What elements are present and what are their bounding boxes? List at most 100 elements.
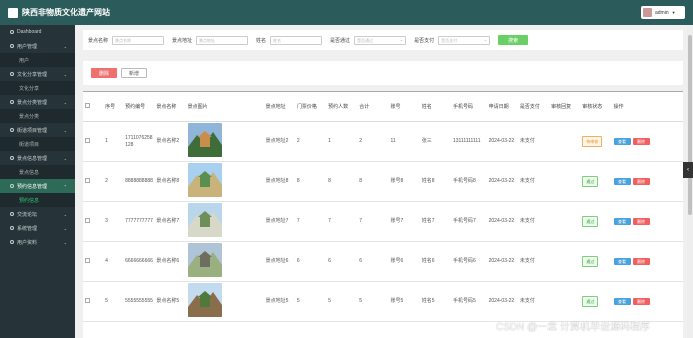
app-title: 陕西非物质文化遗产网站	[22, 8, 110, 17]
sidebar-subitem-booking[interactable]: 预约信息	[0, 193, 75, 207]
view-button[interactable]: 查看	[613, 177, 631, 185]
sidebar-subitem-category[interactable]: 景点分类	[0, 109, 75, 123]
status-badge: 通过	[582, 256, 599, 267]
cell-spot-address: 景点地址8	[263, 161, 295, 202]
row-checkbox[interactable]	[83, 241, 104, 282]
approved-select[interactable]: 是否通过	[354, 35, 407, 45]
cell-spot-address: 景点地址6	[263, 241, 295, 282]
cell-account: 账号5	[388, 281, 420, 322]
booking-icon	[10, 184, 14, 188]
delete-button[interactable]: 删除	[632, 297, 650, 305]
row-checkbox[interactable]	[83, 201, 104, 242]
cell-spot-address: 景点地址2	[263, 121, 295, 162]
col-header: 审核回复	[549, 91, 581, 122]
spot-image	[187, 283, 222, 317]
cell-price: 7	[294, 201, 327, 242]
bulk-delete-button[interactable]: 删除	[91, 68, 117, 78]
chevron-down-icon: ⌄	[63, 43, 67, 49]
spot-image	[187, 123, 222, 157]
field-label: 姓名	[256, 37, 267, 44]
row-checkbox[interactable]	[83, 121, 104, 162]
spot-name-input[interactable]: 景点名称	[112, 35, 165, 45]
sidebar-item-spot-mgmt[interactable]: 景点信息管理 ⌄	[0, 151, 75, 165]
cell-people: 1	[326, 121, 358, 162]
cell-paid: 未支付	[517, 281, 550, 322]
user-menu[interactable]: admin ▼	[641, 6, 685, 19]
sidebar-item-culture-mgmt[interactable]: 文化分享管理 ⌄	[0, 67, 75, 81]
chevron-down-icon: ⌄	[63, 225, 67, 231]
view-button[interactable]: 查看	[613, 137, 631, 145]
collapse-handle[interactable]: ‹	[683, 162, 693, 178]
share-icon	[10, 72, 14, 76]
sidebar-subitem-spot[interactable]: 景点信息	[0, 165, 75, 179]
cell-no: 1	[103, 121, 124, 162]
paid-select[interactable]: 是否支付	[438, 35, 491, 45]
cell-spot-address: 景点地址7	[263, 201, 295, 242]
delete-button[interactable]: 删除	[632, 257, 650, 265]
gear-icon	[10, 226, 14, 230]
cell-status: 通过	[580, 161, 612, 202]
sidebar-item-profile[interactable]: 用户资料 ⌄	[0, 235, 75, 249]
search-bar: 景点名称 景点名称 景点地址 景点地址 姓名 姓名 是否通过 是否通过 是否支付…	[83, 30, 683, 50]
status-badge: 通过	[582, 216, 599, 227]
cell-total: 7	[357, 201, 389, 242]
search-field-paid: 是否支付 是否支付	[414, 35, 491, 45]
cell-reply	[549, 241, 581, 282]
cell-date: 2024-03-22	[486, 121, 518, 162]
name-input[interactable]: 姓名	[270, 35, 323, 45]
cell-person: 姓名7	[419, 201, 451, 242]
sidebar-subitem-user[interactable]: 用户	[0, 53, 75, 67]
page-scrollbar[interactable]	[687, 25, 693, 338]
sidebar-item-dashboard[interactable]: Dashboard	[0, 25, 75, 39]
cell-date: 2024-03-22	[486, 161, 518, 202]
view-button[interactable]: 查看	[613, 257, 631, 265]
cell-person: 姓名6	[419, 241, 451, 282]
sidebar-item-street-mgmt[interactable]: 街道项目管理 ⌄	[0, 123, 75, 137]
select-all-checkbox[interactable]	[83, 91, 104, 122]
add-button[interactable]: 新增	[121, 68, 147, 78]
view-button[interactable]: 查看	[613, 217, 631, 225]
sidebar-item-label: 预约信息管理	[17, 183, 48, 190]
sidebar-item-user-mgmt[interactable]: 用户管理 ⌄	[0, 39, 75, 53]
col-header: 账号	[388, 91, 420, 122]
caret-down-icon: ▼	[671, 10, 676, 15]
search-button[interactable]: 搜索	[498, 35, 529, 45]
view-button[interactable]: 查看	[613, 297, 631, 305]
spot-image	[187, 163, 222, 197]
table-row: 2 8888888888 景点名称8 景点地址8 8 8 8 账号8 姓名8 手机号码8 2024-…	[83, 161, 683, 202]
cell-spot-name: 景点名称6	[154, 241, 186, 282]
sidebar-item-label: Dashboard	[17, 29, 42, 35]
col-header: 申请日期	[486, 91, 518, 122]
street-icon	[10, 128, 14, 132]
sidebar-item-booking-mgmt[interactable]: 预约信息管理 ⌃	[0, 179, 75, 193]
cell-no: 5	[103, 281, 124, 322]
cell-spot-name: 景点名称2	[154, 121, 186, 162]
delete-button[interactable]: 删除	[632, 217, 650, 225]
row-checkbox[interactable]	[83, 281, 104, 322]
spot-image	[187, 243, 222, 277]
delete-button[interactable]: 删除	[632, 137, 650, 145]
row-checkbox[interactable]	[83, 161, 104, 202]
avatar	[643, 8, 652, 17]
sidebar: Dashboard 用户管理 ⌄ 用户 文化分享管理 ⌄ 文化分享 景点分类管理…	[0, 25, 75, 338]
sidebar-item-forum[interactable]: 交流论坛 ⌄	[0, 207, 75, 221]
sidebar-item-category-mgmt[interactable]: 景点分类管理 ⌄	[0, 95, 75, 109]
delete-button[interactable]: 删除	[632, 177, 650, 185]
sidebar-item-label: 景点信息管理	[17, 155, 48, 162]
cell-total: 5	[357, 281, 389, 322]
sidebar-subitem-street[interactable]: 街道项目	[0, 137, 75, 151]
cell-spot-image	[185, 281, 264, 322]
cell-people: 6	[326, 241, 358, 282]
scrollbar-thumb[interactable]	[688, 35, 692, 215]
chevron-down-icon: ⌄	[63, 99, 67, 105]
sidebar-subitem-culture[interactable]: 文化分享	[0, 81, 75, 95]
dashboard-icon	[10, 30, 14, 34]
spot-address-input[interactable]: 景点地址	[196, 35, 249, 45]
cell-no: 2	[103, 161, 124, 202]
cell-total: 8	[357, 161, 389, 202]
location-icon	[10, 156, 14, 160]
username: admin	[655, 9, 669, 16]
sidebar-item-system[interactable]: 系统管理 ⌄	[0, 221, 75, 235]
cell-actions: 查看 删除	[611, 201, 683, 242]
sidebar-item-label: 用户管理	[17, 43, 38, 50]
